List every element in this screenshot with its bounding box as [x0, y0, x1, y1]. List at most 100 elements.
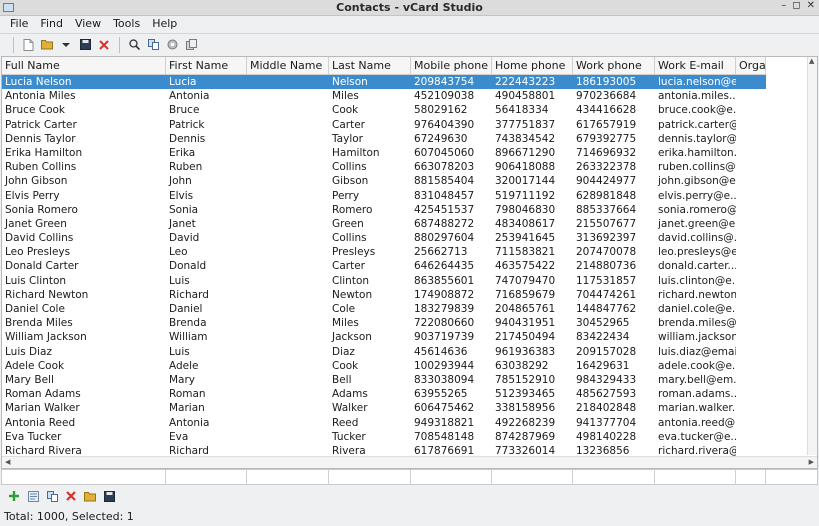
cell-work-phone: 498140228 — [576, 430, 637, 443]
cell-middle-name — [247, 217, 329, 231]
cell-organization — [736, 401, 766, 415]
cell-mobile-phone: 863855601 — [414, 274, 475, 287]
search-icon[interactable] — [125, 36, 143, 54]
export-icon[interactable] — [182, 36, 200, 54]
filter-row — [1, 469, 818, 485]
cell-first-name: Antonia — [169, 416, 210, 429]
filter-mobile-phone[interactable] — [411, 470, 492, 484]
scroll-left-icon[interactable]: ◀ — [5, 458, 10, 466]
close-icon[interactable] — [95, 36, 113, 54]
table-row[interactable]: John Gibson John Gibson 881585404 320017144 9… — [2, 174, 766, 188]
cell-home-phone: 463575422 — [495, 260, 556, 273]
cell-full-name: Brenda Miles — [5, 317, 73, 330]
duplicate-icon[interactable] — [44, 488, 60, 504]
cell-work-email: dennis.taylor@... — [658, 132, 736, 145]
cell-full-name: Mary Bell — [5, 373, 54, 386]
column-header-full-name[interactable]: Full Name — [2, 57, 166, 75]
open-folder-icon[interactable] — [82, 488, 98, 504]
filter-work-phone[interactable] — [573, 470, 655, 484]
cell-mobile-phone: 425451537 — [414, 203, 475, 216]
table-row[interactable]: Donald Carter Donald Carter 646264435 463575… — [2, 259, 766, 273]
menu-help[interactable]: Help — [146, 16, 183, 32]
cell-first-name: Adele — [169, 359, 199, 372]
table-row[interactable]: Leo Presleys Leo Presleys 25662713 711583821… — [2, 245, 766, 259]
menu-view[interactable]: View — [69, 16, 107, 32]
table-row[interactable]: Richard Newton Richard Newton 174908872 7168… — [2, 288, 766, 302]
save-icon[interactable] — [101, 488, 117, 504]
contacts-table[interactable]: Full Name First Name Middle Name Last Na… — [1, 56, 818, 469]
column-header-work-email[interactable]: Work E-mail — [655, 57, 736, 75]
horizontal-scrollbar[interactable]: ◀ ▶ — [2, 456, 817, 468]
table-row[interactable]: Brenda Miles Brenda Miles 722080660 94043195… — [2, 316, 766, 330]
maximize-icon[interactable]: ◻ — [792, 0, 800, 11]
column-header-home-phone[interactable]: Home phone — [492, 57, 573, 75]
table-row[interactable]: Ruben Collins Ruben Collins 663078203 906418… — [2, 160, 766, 174]
column-header-last-name[interactable]: Last Name — [329, 57, 411, 75]
minimize-icon[interactable]: – — [781, 0, 786, 11]
cell-full-name: Lucia Nelson — [5, 76, 72, 88]
table-row[interactable]: Patrick Carter Patrick Carter 976404390 3777… — [2, 118, 766, 132]
vertical-scrollbar[interactable]: ▲ — [807, 57, 817, 455]
table-row[interactable]: Elvis Perry Elvis Perry 831048457 519711192 6… — [2, 189, 766, 203]
table-row[interactable]: Antonia Reed Antonia Reed 949318821 49226823… — [2, 416, 766, 430]
cell-full-name: John Gibson — [5, 175, 68, 188]
dropdown-icon[interactable] — [57, 36, 75, 54]
cell-last-name: Collins — [332, 232, 367, 245]
table-row[interactable]: Roman Adams Roman Adams 63955265 512393465 48… — [2, 387, 766, 401]
filter-last-name[interactable] — [329, 470, 411, 484]
copy-icon[interactable] — [144, 36, 162, 54]
scroll-up-icon[interactable]: ▲ — [809, 57, 814, 65]
gear-icon[interactable] — [163, 36, 181, 54]
cell-full-name: Antonia Miles — [5, 90, 76, 103]
filter-middle-name[interactable] — [247, 470, 329, 484]
table-row[interactable]: Mary Bell Mary Bell 833038094 785152910 98432… — [2, 373, 766, 387]
table-row[interactable]: Janet Green Janet Green 687488272 483408617 2… — [2, 217, 766, 231]
table-row[interactable]: Bruce Cook Bruce Cook 58029162 56418334 43441… — [2, 103, 766, 117]
scroll-right-icon[interactable]: ▶ — [809, 458, 814, 466]
table-row[interactable]: Erika Hamilton Erika Hamilton 607045060 8966… — [2, 146, 766, 160]
table-row[interactable]: Sonia Romero Sonia Romero 425451537 79804683… — [2, 203, 766, 217]
cell-work-email: patrick.carter@... — [658, 118, 736, 131]
table-row[interactable]: William Jackson William Jackson 903719739 21… — [2, 330, 766, 344]
cell-home-phone: 338158956 — [495, 402, 556, 415]
table-row[interactable]: Marian Walker Marian Walker 606475462 338158… — [2, 401, 766, 415]
table-row[interactable]: Lucia Nelson Lucia Nelson 209843754 22244322… — [2, 75, 766, 90]
column-header-mobile-phone[interactable]: Mobile phone — [411, 57, 492, 75]
filter-full-name[interactable] — [2, 470, 166, 484]
table-body: Lucia Nelson Lucia Nelson 209843754 22244322… — [2, 75, 766, 458]
table-row[interactable]: Luis Clinton Luis Clinton 863855601 74707947… — [2, 274, 766, 288]
column-header-middle-name[interactable]: Middle Name — [247, 57, 329, 75]
filter-organization[interactable] — [736, 470, 766, 484]
filter-first-name[interactable] — [166, 470, 247, 484]
open-folder-icon[interactable] — [38, 36, 56, 54]
edit-card-icon[interactable] — [25, 488, 41, 504]
table-row[interactable]: David Collins David Collins 880297604 253941… — [2, 231, 766, 245]
table-row[interactable]: Adele Cook Adele Cook 100293944 63038292 1642… — [2, 359, 766, 373]
cell-work-email: daniel.cole@e... — [658, 303, 736, 315]
close-window-icon[interactable]: ✕ — [807, 0, 815, 11]
cell-mobile-phone: 63955265 — [414, 388, 468, 401]
table-row[interactable]: Antonia Miles Antonia Miles 452109038 490458… — [2, 89, 766, 103]
filter-home-phone[interactable] — [492, 470, 573, 484]
table-row[interactable]: Eva Tucker Eva Tucker 708548148 874287969 498… — [2, 430, 766, 444]
filter-work-email[interactable] — [655, 470, 736, 484]
cell-organization — [736, 189, 766, 203]
column-header-first-name[interactable]: First Name — [166, 57, 247, 75]
new-file-icon[interactable] — [19, 36, 37, 54]
cell-home-phone: 320017144 — [495, 175, 556, 188]
column-header-work-phone[interactable]: Work phone — [573, 57, 655, 75]
table-row[interactable]: Luis Diaz Luis Diaz 45614636 961936383 209157… — [2, 345, 766, 359]
cell-organization — [736, 387, 766, 401]
menu-tools[interactable]: Tools — [107, 16, 146, 32]
save-icon[interactable] — [76, 36, 94, 54]
table-row[interactable]: Dennis Taylor Dennis Taylor 67249630 7438345… — [2, 132, 766, 146]
status-bar: Total: 1000, Selected: 1 — [4, 510, 134, 523]
menu-find[interactable]: Find — [34, 16, 69, 32]
cell-work-email: marian.walker... — [658, 402, 736, 415]
column-header-organization[interactable]: Orga — [736, 57, 766, 75]
table-row[interactable]: Daniel Cole Daniel Cole 183279839 204865761 1… — [2, 302, 766, 316]
cell-work-email: luis.diaz@emai... — [658, 345, 736, 358]
delete-icon[interactable] — [63, 488, 79, 504]
add-icon[interactable] — [6, 488, 22, 504]
menu-file[interactable]: File — [4, 16, 34, 32]
